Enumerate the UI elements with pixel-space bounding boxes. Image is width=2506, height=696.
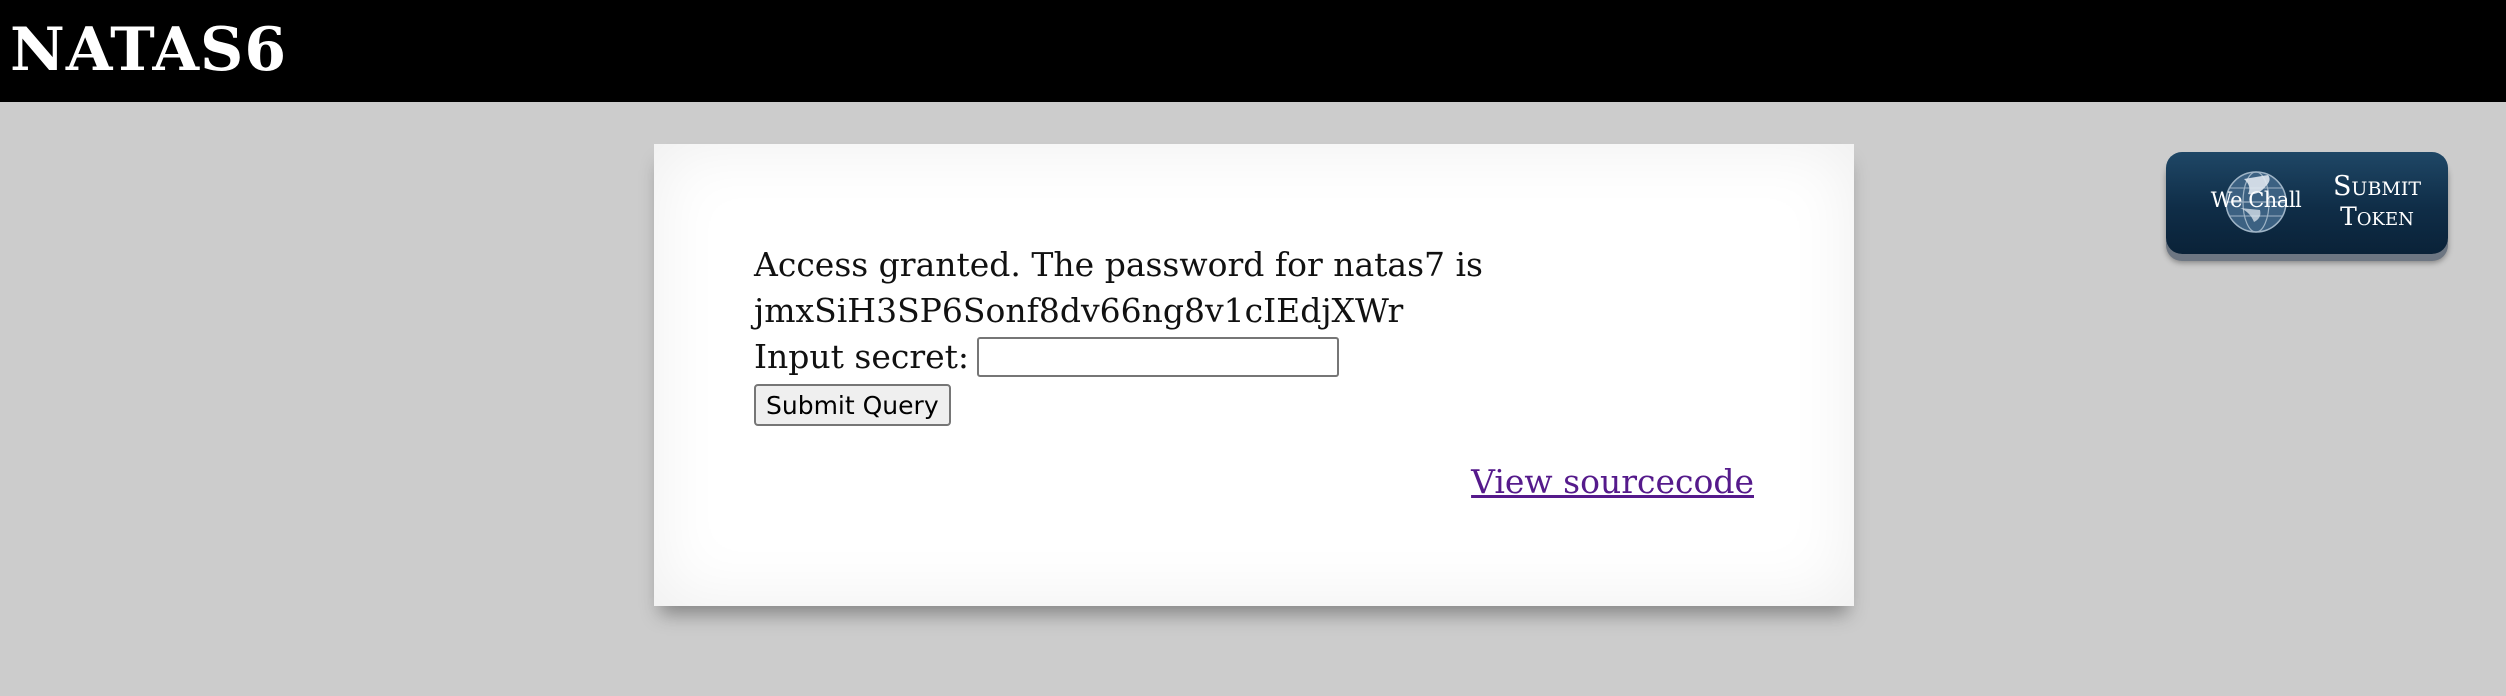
- content-panel: Access granted. The password for natas7 …: [654, 144, 1854, 606]
- page-header: NATAS6: [0, 0, 2506, 102]
- input-secret-label: Input secret:: [754, 337, 970, 376]
- submit-token-button[interactable]: We Chall Submit Token: [2166, 152, 2448, 254]
- submit-token-label-line2: Token: [2340, 202, 2414, 231]
- submit-token-label-line1: Submit: [2332, 171, 2422, 202]
- password-text: jmxSiH3SP6Sonf8dv66ng8v1cIEdjXWr: [754, 291, 1404, 330]
- wechall-logo: We Chall: [2196, 164, 2316, 240]
- view-sourcecode-link[interactable]: View sourcecode: [1471, 462, 1754, 501]
- access-granted-text: Access granted. The password for natas7 …: [754, 245, 1483, 284]
- secret-input[interactable]: [977, 337, 1340, 377]
- page-title: NATAS6: [10, 15, 288, 85]
- secret-row: Input secret:: [754, 334, 1483, 380]
- submit-query-button[interactable]: Submit Query: [754, 384, 951, 426]
- submit-token-label: Submit Token: [2314, 172, 2440, 232]
- message-block: Access granted. The password for natas7 …: [754, 242, 1483, 380]
- wechall-logo-text: We Chall: [2210, 188, 2302, 212]
